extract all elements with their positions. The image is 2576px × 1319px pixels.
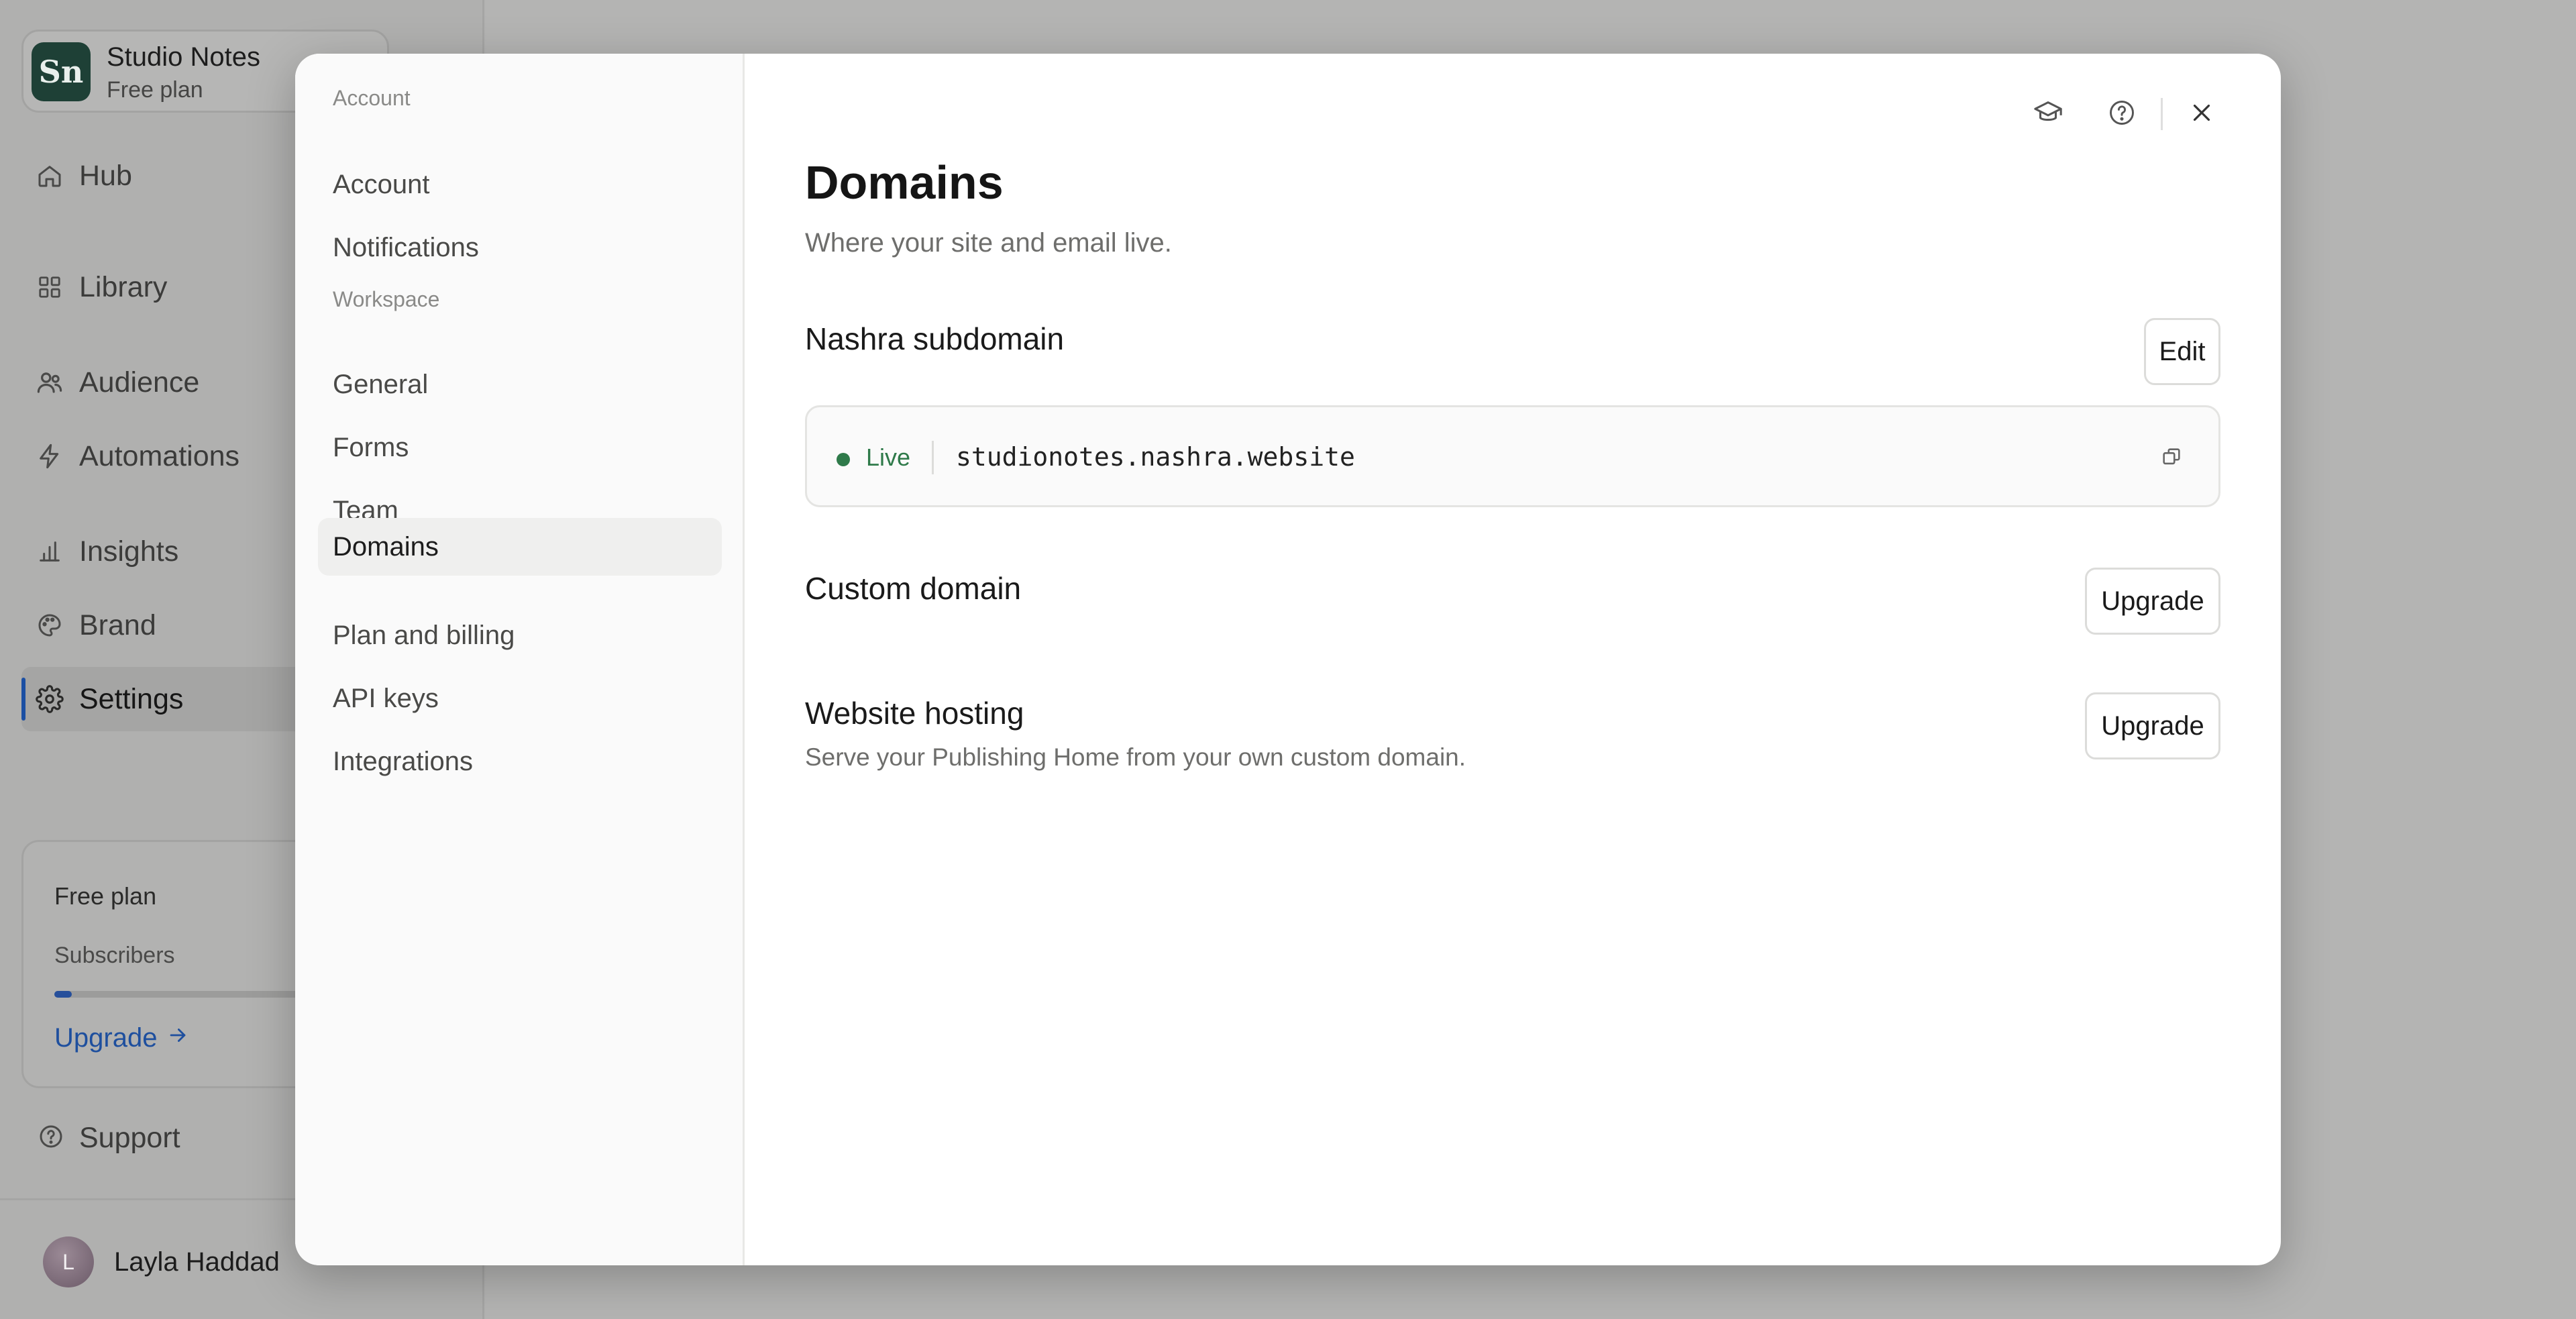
settings-content: Domains Where your site and email live. …	[745, 54, 2281, 1265]
avatar: L	[43, 1236, 94, 1287]
workspace-logo: Sn	[32, 42, 91, 101]
settings-item-plan-and-billing[interactable]: Plan and billing	[318, 606, 722, 664]
help-circle-icon	[2107, 98, 2137, 131]
close-button[interactable]	[2176, 89, 2227, 140]
custom-domain-title: Custom domain	[805, 571, 1022, 606]
tutorial-button[interactable]	[2023, 89, 2074, 140]
help-button[interactable]	[2096, 89, 2147, 140]
graduation-cap-icon	[2033, 97, 2063, 131]
settings-group-workspace: Workspace	[333, 287, 440, 311]
settings-nav: Account Account Notifications Workspace …	[295, 54, 745, 1265]
settings-modal: Account Account Notifications Workspace …	[295, 54, 2281, 1265]
modal-toolbar	[2023, 89, 2227, 140]
sidebar-item-label: Library	[79, 270, 168, 303]
settings-item-notifications[interactable]: Notifications	[318, 219, 722, 276]
settings-item-general[interactable]: General	[318, 356, 722, 413]
sidebar-item-label: Hub	[79, 159, 132, 192]
home-icon	[35, 161, 64, 191]
subdomain-section-title: Nashra subdomain	[805, 321, 1065, 356]
page-title: Domains	[805, 156, 1004, 209]
sidebar-item-label: Brand	[79, 609, 156, 641]
toolbar-divider	[2161, 98, 2163, 130]
live-status-dot	[837, 453, 850, 466]
plan-card-title: Free plan	[54, 882, 157, 910]
settings-item-integrations[interactable]: Integrations	[318, 733, 722, 790]
settings-group-account: Account	[333, 86, 411, 110]
settings-item-forms[interactable]: Forms	[318, 419, 722, 476]
arrow-right-icon	[166, 1023, 189, 1053]
plan-card-metric: Subscribers	[54, 943, 175, 968]
gear-icon	[35, 684, 64, 714]
sidebar-item-support[interactable]: Support	[38, 1122, 180, 1155]
subdomain-field: Live studionotes.nashra.website	[805, 405, 2220, 507]
sidebar-item-label: Audience	[79, 366, 200, 399]
website-hosting-title: Website hosting	[805, 696, 1024, 731]
palette-icon	[35, 611, 64, 640]
copy-subdomain-button[interactable]	[2151, 438, 2192, 478]
plan-upgrade-link[interactable]: Upgrade	[54, 1023, 189, 1053]
plan-upgrade-label: Upgrade	[54, 1023, 158, 1053]
website-hosting-description: Serve your Publishing Home from your own…	[805, 743, 1466, 771]
settings-item-api-keys[interactable]: API keys	[318, 670, 722, 727]
website-hosting-upgrade-button[interactable]: Upgrade	[2085, 692, 2220, 759]
help-circle-icon	[38, 1123, 64, 1153]
users-icon	[35, 368, 64, 397]
workspace-plan: Free plan	[107, 77, 203, 103]
custom-domain-upgrade-button[interactable]: Upgrade	[2085, 568, 2220, 635]
status-badge: Live	[866, 443, 911, 471]
workspace-name: Studio Notes	[107, 42, 261, 72]
page-subtitle: Where your site and email live.	[805, 228, 1172, 258]
sidebar-item-label: Automations	[79, 439, 240, 472]
subscriber-usage-fill	[54, 991, 72, 998]
settings-item-account[interactable]: Account	[318, 156, 722, 213]
status-divider	[932, 441, 934, 474]
sidebar-item-label: Insights	[79, 535, 179, 568]
grid-icon	[35, 272, 64, 302]
bar-chart-icon	[35, 537, 64, 566]
user-name: Layla Haddad	[114, 1247, 280, 1277]
sidebar-item-label: Settings	[79, 682, 184, 715]
support-label: Support	[79, 1122, 180, 1154]
subdomain-value: studionotes.nashra.website	[956, 442, 1355, 472]
edit-subdomain-button[interactable]: Edit	[2144, 318, 2220, 385]
close-icon	[2188, 99, 2216, 130]
settings-item-domains[interactable]: Domains	[318, 518, 722, 576]
lightning-icon	[35, 441, 64, 471]
copy-icon	[2160, 445, 2183, 472]
